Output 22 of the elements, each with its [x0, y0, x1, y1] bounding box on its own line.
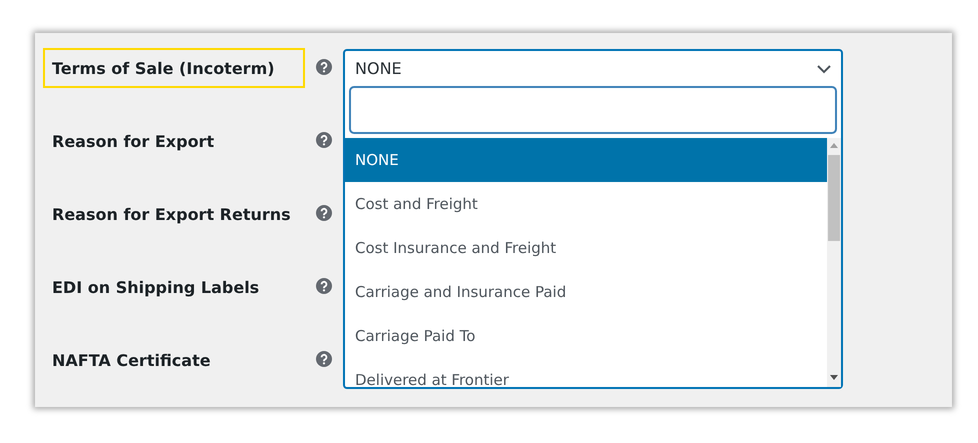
dropdown-option[interactable]: Cost and Freight — [345, 182, 827, 226]
search-field[interactable] — [349, 86, 837, 134]
scrollbar[interactable] — [827, 138, 841, 387]
scroll-down-icon[interactable] — [830, 375, 838, 381]
help-icon[interactable] — [316, 132, 332, 148]
field-label: NAFTA Certificate — [51, 350, 212, 372]
dropdown-option[interactable]: Carriage Paid To — [345, 314, 827, 358]
field-label: Reason for Export Returns — [51, 204, 292, 226]
help-icon[interactable] — [316, 278, 332, 294]
field-label: EDI on Shipping Labels — [51, 276, 260, 298]
help-icon[interactable] — [316, 59, 332, 75]
help-icon[interactable] — [316, 205, 332, 221]
help-icon[interactable] — [316, 351, 332, 367]
dropdown[interactable]: NONE NONE Cost and Freight Cost Insurance and Freight Carriage and Insurance Paid Carriage Paid To Delivered at Frontier — [343, 49, 843, 389]
dropdown-option[interactable]: Cost Insurance and Freight — [345, 226, 827, 270]
field-label: Terms of Sale (Incoterm) — [43, 48, 305, 88]
field-label: Reason for Export — [51, 130, 216, 152]
caret-icon — [817, 64, 831, 74]
selected-value: NONE — [355, 59, 402, 78]
dropdown-option[interactable]: NONE — [345, 138, 827, 182]
dropdown-option[interactable]: Carriage and Insurance Paid — [345, 270, 827, 314]
dropdown-option[interactable]: Delivered at Frontier — [345, 358, 827, 387]
